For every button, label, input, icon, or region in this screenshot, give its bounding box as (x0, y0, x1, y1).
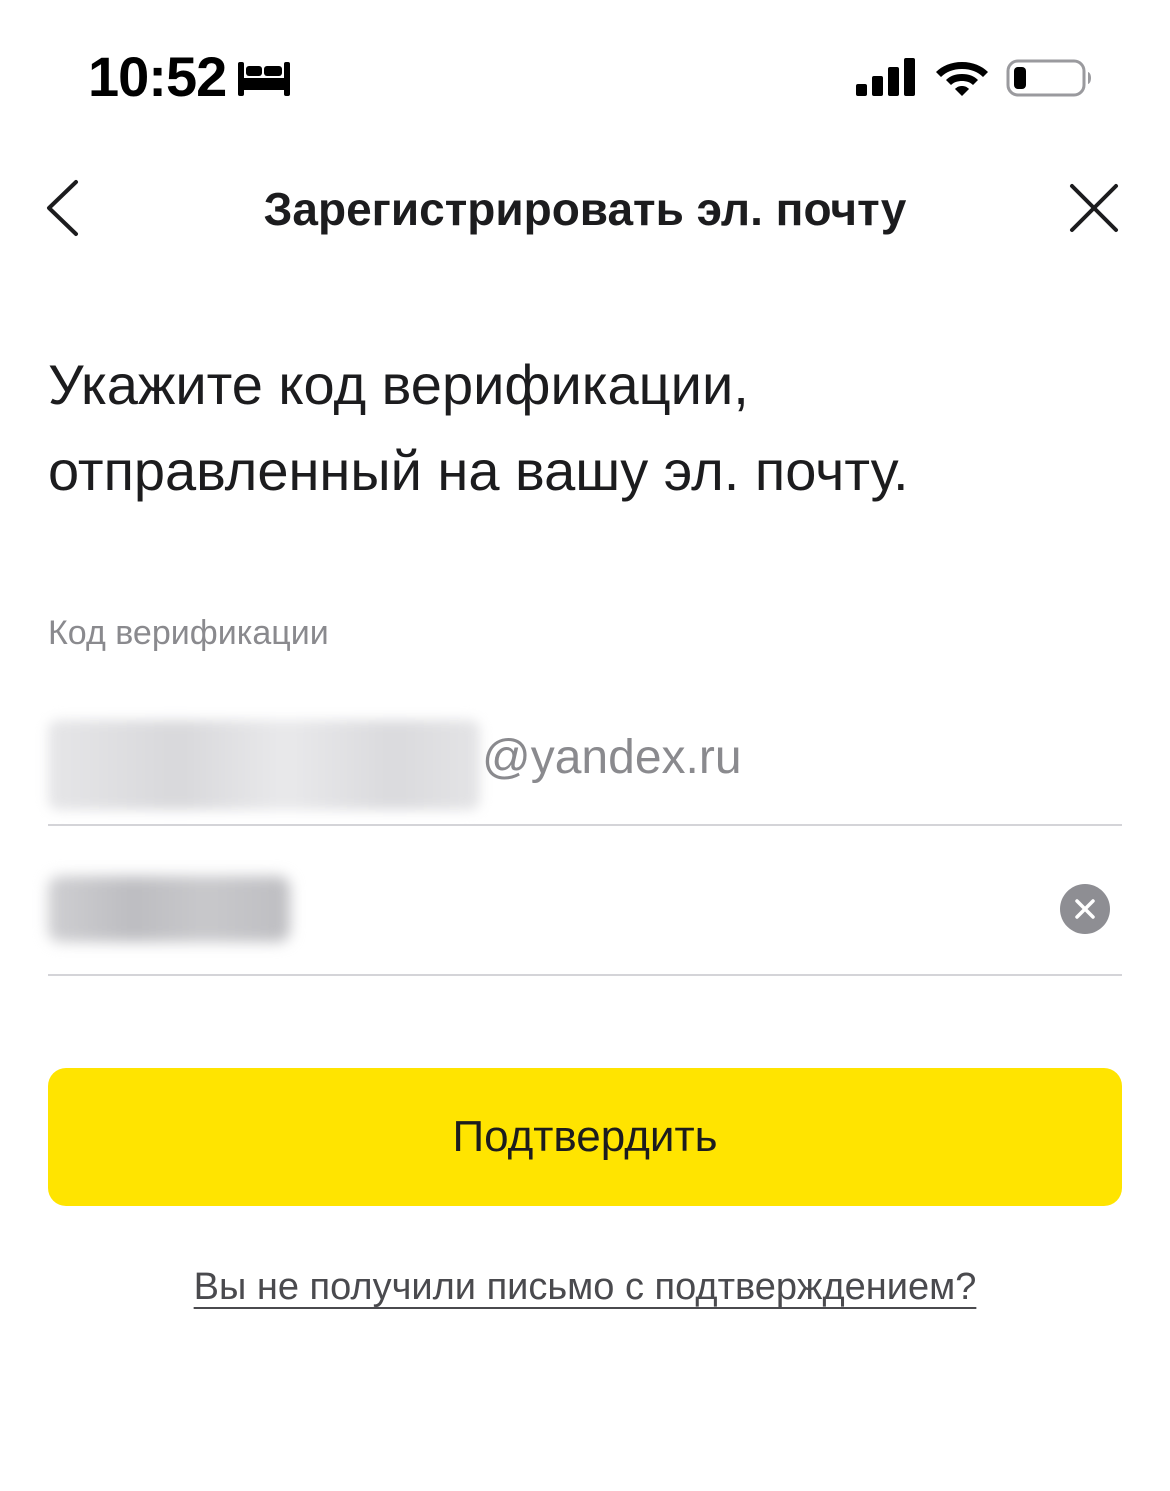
close-icon (1070, 184, 1118, 232)
code-row (48, 828, 1122, 976)
clear-input-button[interactable] (1060, 884, 1110, 934)
bed-icon (238, 62, 290, 96)
close-button[interactable] (1056, 170, 1132, 246)
status-time: 10:52 (88, 45, 227, 108)
confirm-button[interactable]: Подтвердить (48, 1068, 1122, 1206)
battery-low-icon (1006, 59, 1091, 97)
wifi-icon (936, 62, 988, 96)
status-bar: 10:52 (0, 0, 1170, 150)
redacted-email-username (48, 720, 480, 810)
verification-code-input[interactable] (48, 868, 1032, 950)
page-title: Зарегистрировать эл. почту (263, 183, 907, 235)
resend-email-link[interactable]: Вы не получили письмо с подтверждением? (0, 1266, 1170, 1309)
email-row: @yandex.ru (48, 700, 1122, 826)
field-label: Код верификации (48, 614, 329, 652)
email-domain: @yandex.ru (482, 731, 742, 784)
back-button[interactable] (30, 170, 94, 246)
clear-circle-icon (1075, 899, 1095, 919)
instruction-text: Укажите код верификации, отправленный на… (48, 353, 909, 502)
cellular-signal-icon (856, 58, 915, 96)
chevron-left-icon (47, 180, 78, 236)
